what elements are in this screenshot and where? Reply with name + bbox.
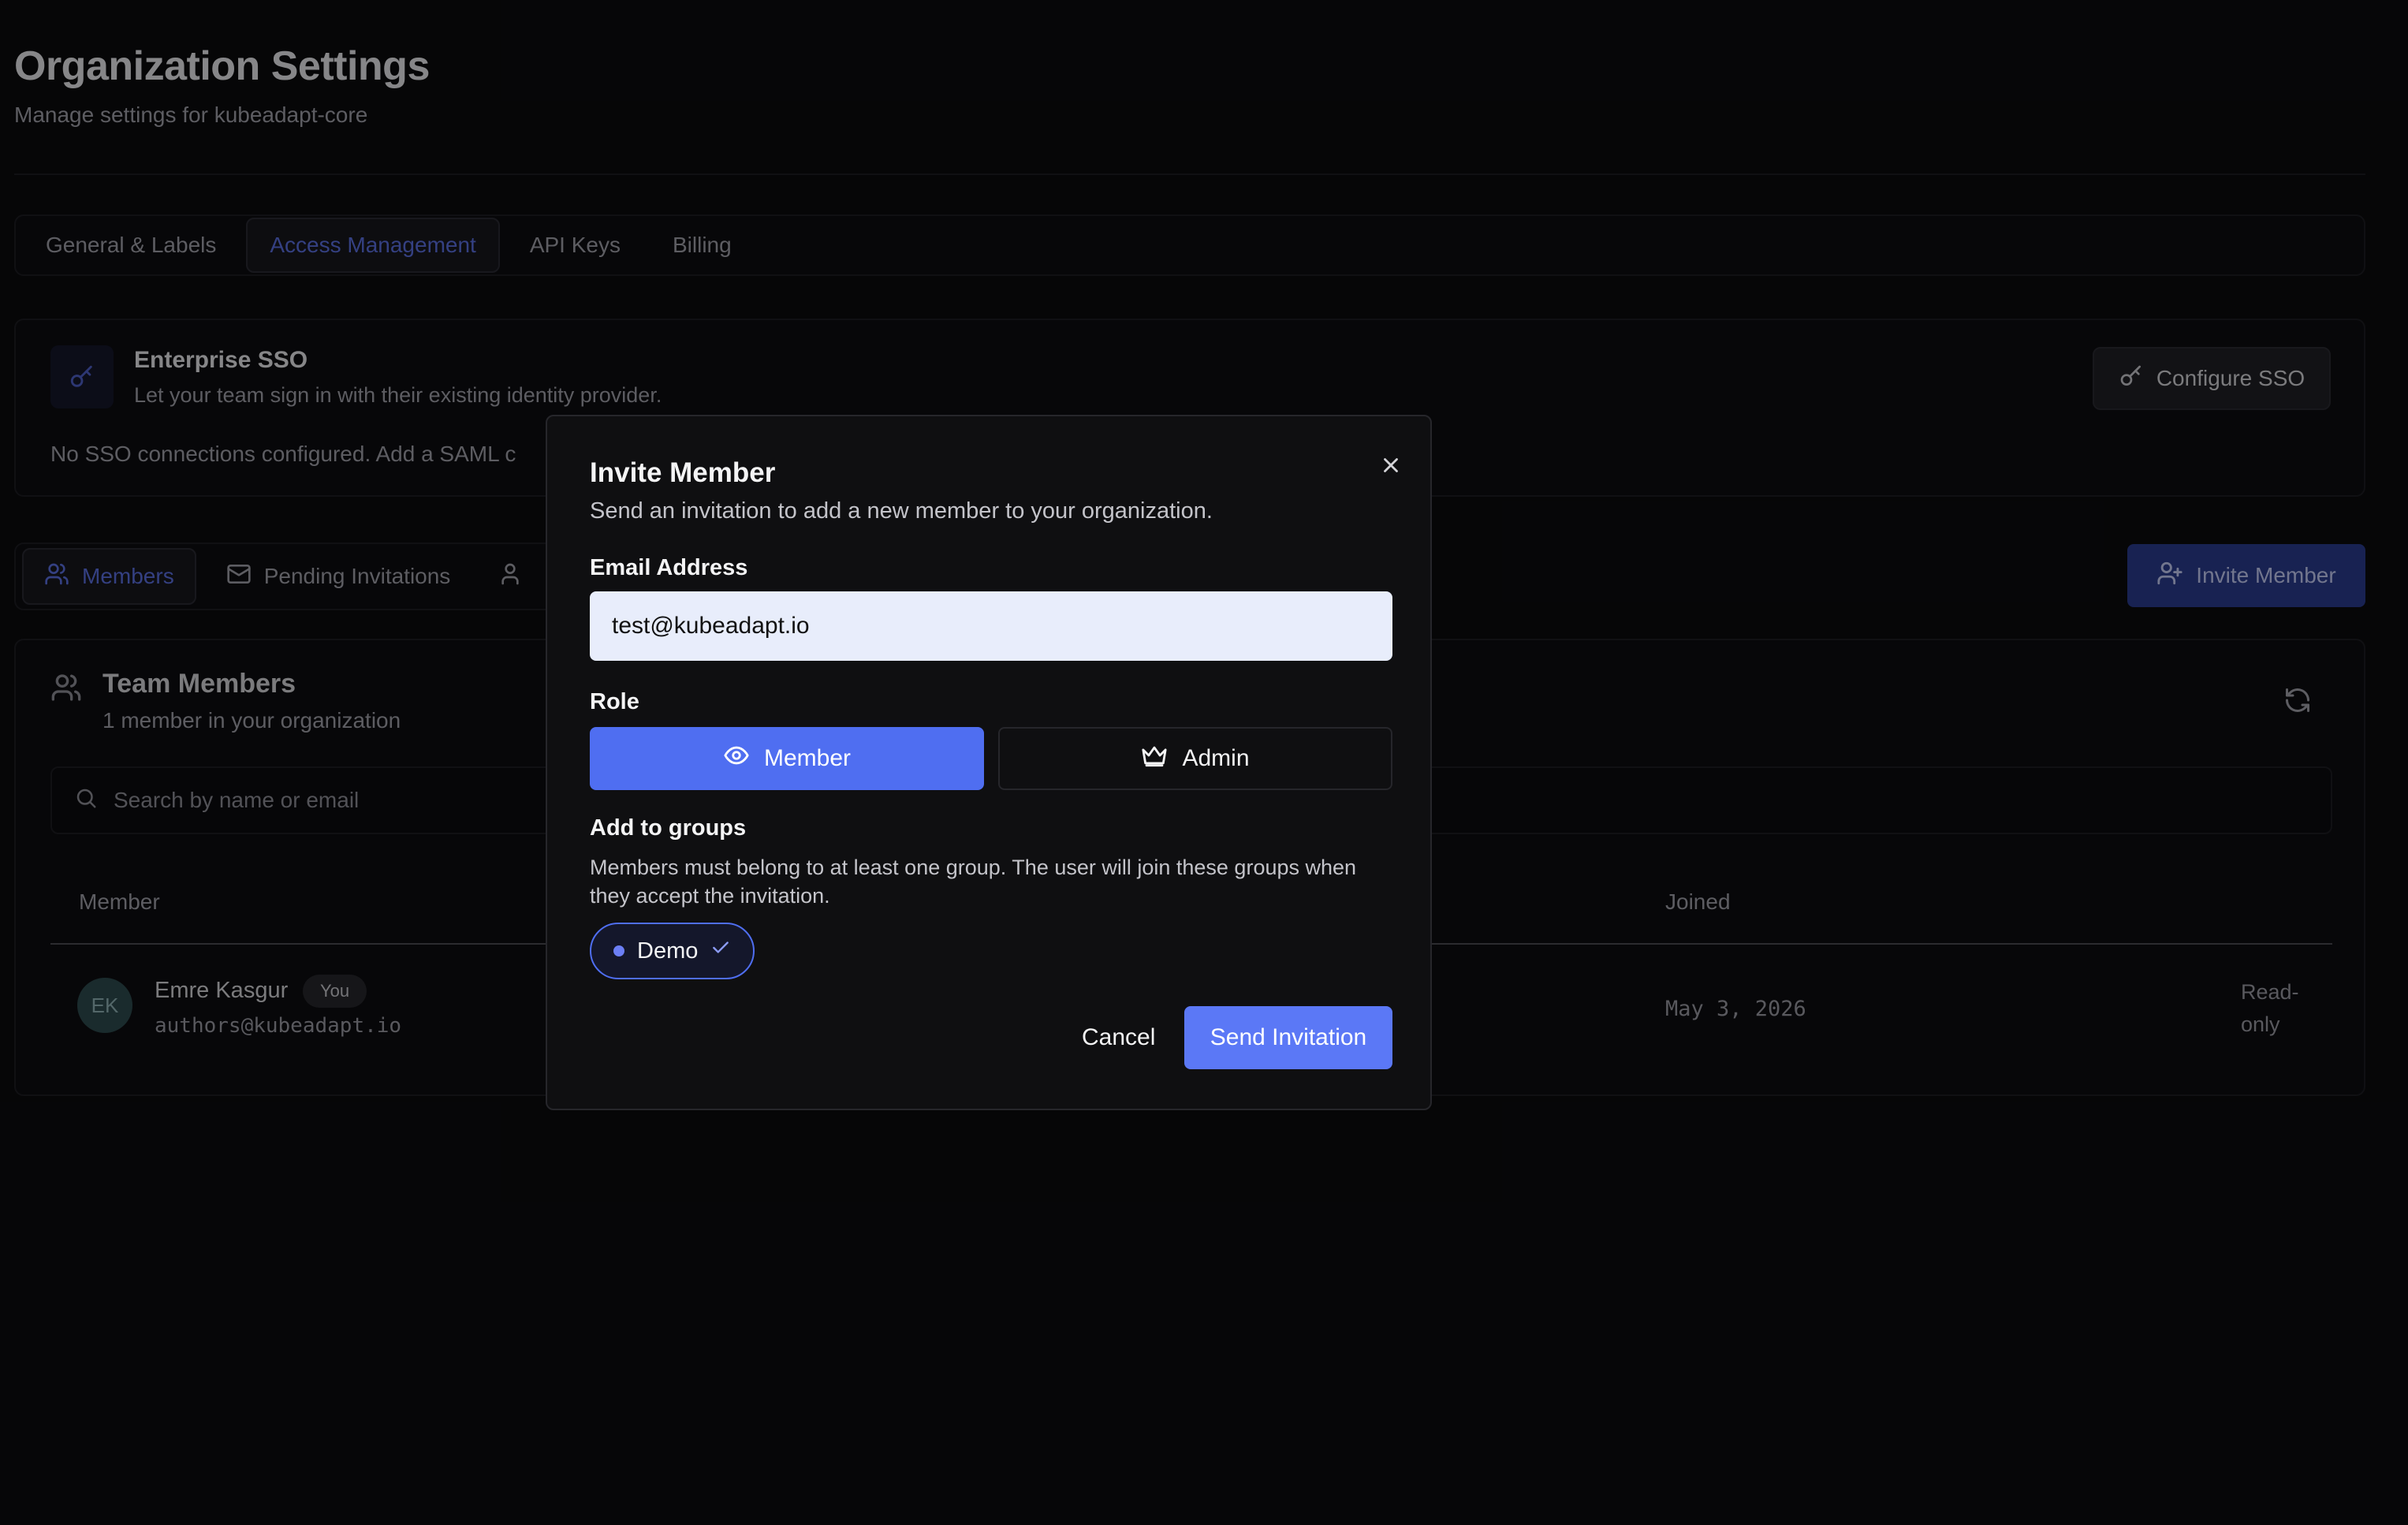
eye-icon: [723, 742, 750, 775]
dialog-title: Invite Member: [590, 457, 776, 488]
check-icon: [710, 938, 731, 964]
close-icon[interactable]: [1372, 446, 1410, 484]
role-admin-button[interactable]: Admin: [998, 727, 1392, 790]
groups-label: Add to groups: [590, 815, 747, 841]
group-chip-label: Demo: [637, 938, 699, 964]
role-member-button[interactable]: Member: [590, 727, 984, 790]
cancel-button[interactable]: Cancel: [1061, 1006, 1176, 1069]
crown-icon: [1141, 742, 1168, 775]
role-label: Role: [590, 689, 639, 714]
group-chip-demo[interactable]: Demo: [590, 923, 755, 979]
invite-member-dialog: Invite Member Send an invitation to add …: [546, 415, 1432, 1110]
email-label: Email Address: [590, 555, 748, 580]
dialog-description: Send an invitation to add a new member t…: [590, 498, 1213, 524]
email-field[interactable]: [590, 591, 1392, 661]
groups-help-text: Members must belong to at least one grou…: [590, 856, 1357, 908]
role-member-label: Member: [763, 745, 852, 771]
group-color-dot: [613, 945, 624, 956]
send-invitation-button[interactable]: Send Invitation: [1184, 1006, 1392, 1069]
role-admin-label: Admin: [1182, 745, 1250, 771]
